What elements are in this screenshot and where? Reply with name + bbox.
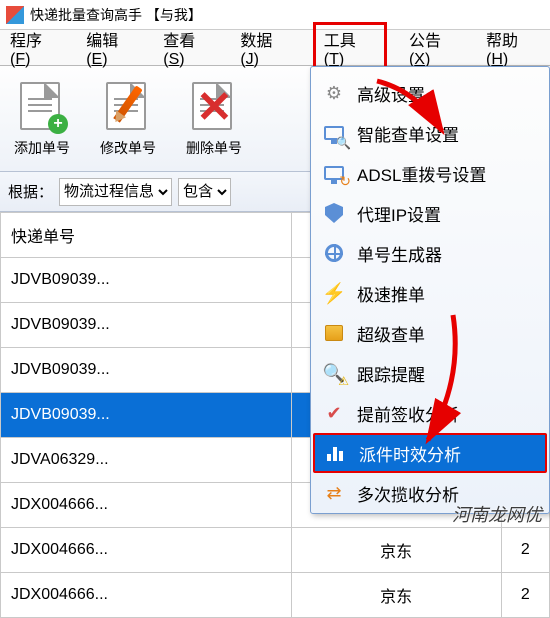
dropdown-item[interactable]: ✔ 提前签收分析 xyxy=(313,393,547,433)
monitor-search-icon: 🔍 xyxy=(323,122,345,144)
menu-data[interactable]: 数据(J) xyxy=(238,23,292,73)
add-label: 添加单号 xyxy=(14,138,70,158)
add-button[interactable]: + 添加单号 xyxy=(10,76,74,162)
document-plus-icon: + xyxy=(18,80,66,132)
dropdown-item-label: 派件时效分析 xyxy=(359,441,461,466)
bars-icon xyxy=(325,442,347,464)
edit-button[interactable]: 修改单号 xyxy=(96,76,160,162)
table-row[interactable]: JDX004666...京东2 xyxy=(1,528,550,573)
menu-announce[interactable]: 公告(X) xyxy=(407,23,464,73)
cell-tracking-no: JDVB09039... xyxy=(1,258,292,303)
cell-tracking-no: JDVB09039... xyxy=(1,303,292,348)
col-tracking-no[interactable]: 快递单号 xyxy=(1,213,292,258)
cell-tracking-no: JDX004666... xyxy=(1,483,292,528)
window-title: 快递批量查询高手 【与我】 xyxy=(30,5,202,25)
table-row[interactable]: JDX004666...京东2 xyxy=(1,573,550,618)
dropdown-item[interactable]: 🔍 智能查单设置 xyxy=(313,113,547,153)
document-pencil-icon xyxy=(104,80,152,132)
bolt-icon: ⚡ xyxy=(323,282,345,304)
dropdown-item-label: 多次揽收分析 xyxy=(357,481,459,506)
tools-dropdown: ⚙ 高级设置 🔍 智能查单设置 ↻ ADSL重拨号设置代理IP设置单号生成器 ⚡ 极速推单超级… xyxy=(310,66,550,514)
shield-icon xyxy=(323,202,345,224)
dropdown-item-label: 智能查单设置 xyxy=(357,121,459,146)
dropdown-item[interactable]: 超级查单 xyxy=(313,313,547,353)
app-icon xyxy=(6,6,24,24)
dropdown-item-label: 提前签收分析 xyxy=(357,401,459,426)
cell-extra: 2 xyxy=(501,528,549,573)
basis-label: 根据： xyxy=(8,181,53,202)
edit-label: 修改单号 xyxy=(100,138,156,158)
delete-label: 删除单号 xyxy=(186,138,242,158)
presign-icon: ✔ xyxy=(323,402,345,424)
cell-tracking-no: JDX004666... xyxy=(1,528,292,573)
swap-icon: ⇄ xyxy=(323,482,345,504)
dropdown-item[interactable]: ↻ ADSL重拨号设置 xyxy=(313,153,547,193)
dropdown-item-label: 单号生成器 xyxy=(357,241,442,266)
menubar: 程序(F) 编辑(E) 查看(S) 数据(J) 工具(T) 公告(X) 帮助(H… xyxy=(0,30,550,66)
delete-button[interactable]: ✕ 删除单号 xyxy=(182,76,246,162)
dropdown-item-label: ADSL重拨号设置 xyxy=(357,161,486,186)
dropdown-item[interactable]: ⚙ 高级设置 xyxy=(313,73,547,113)
field-select[interactable]: 物流过程信息 xyxy=(59,178,172,206)
gear-icon: ⚙ xyxy=(323,82,345,104)
menu-view[interactable]: 查看(S) xyxy=(161,23,218,73)
dropdown-item-label: 跟踪提醒 xyxy=(357,361,425,386)
dropdown-item-label: 高级设置 xyxy=(357,81,425,106)
watermark: 河南龙网优 xyxy=(452,501,542,527)
cell-tracking-no: JDVB09039... xyxy=(1,393,292,438)
cell-company: 京东 xyxy=(291,528,501,573)
menu-program[interactable]: 程序(F) xyxy=(8,23,64,73)
stack-icon xyxy=(323,322,345,344)
dropdown-item-label: 代理IP设置 xyxy=(357,201,441,226)
cell-tracking-no: JDVA06329... xyxy=(1,438,292,483)
dropdown-item[interactable]: 派件时效分析 xyxy=(313,433,547,473)
dropdown-item[interactable]: ⚡ 极速推单 xyxy=(313,273,547,313)
cell-tracking-no: JDVB09039... xyxy=(1,348,292,393)
cell-extra: 2 xyxy=(501,573,549,618)
dropdown-item-label: 极速推单 xyxy=(357,281,425,306)
magnify-warn-icon: 🔍⚠ xyxy=(323,362,345,384)
menu-help[interactable]: 帮助(H) xyxy=(484,23,542,73)
wheel-icon xyxy=(323,242,345,264)
dropdown-item[interactable]: 单号生成器 xyxy=(313,233,547,273)
dropdown-item[interactable]: 🔍⚠ 跟踪提醒 xyxy=(313,353,547,393)
dropdown-item[interactable]: 代理IP设置 xyxy=(313,193,547,233)
menu-edit[interactable]: 编辑(E) xyxy=(84,23,141,73)
monitor-redo-icon: ↻ xyxy=(323,162,345,184)
dropdown-item-label: 超级查单 xyxy=(357,321,425,346)
operator-select[interactable]: 包含 xyxy=(178,178,231,206)
cell-tracking-no: JDX004666... xyxy=(1,573,292,618)
cell-company: 京东 xyxy=(291,573,501,618)
document-x-icon: ✕ xyxy=(190,80,238,132)
